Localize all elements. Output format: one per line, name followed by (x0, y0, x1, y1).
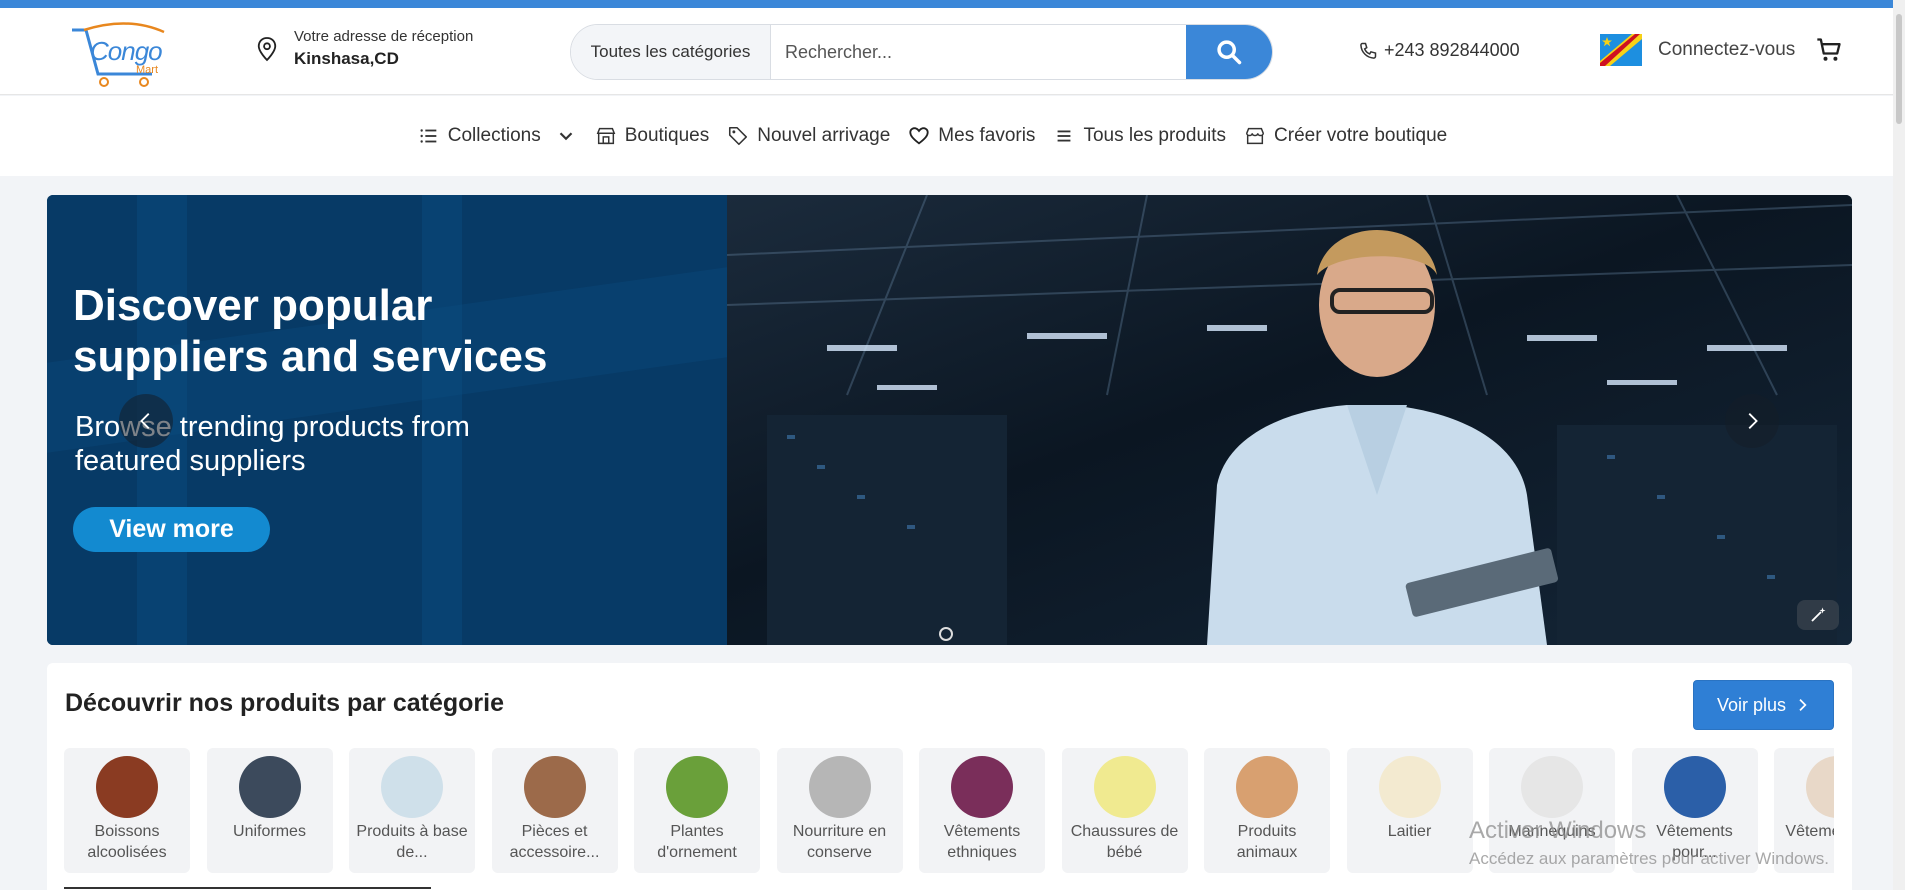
nav-creer-boutique-label: Créer votre boutique (1274, 125, 1448, 146)
voir-plus-label: Voir plus (1716, 694, 1787, 715)
category-tile[interactable]: Plantes d'ornement (634, 748, 760, 873)
delivery-address[interactable]: Votre adresse de réception Kinshasa,CD (256, 28, 473, 69)
nav-collections-label: Collections (447, 125, 541, 146)
shop-icon (1246, 127, 1264, 145)
page-scrollbar[interactable] (1893, 0, 1905, 890)
category-tile[interactable]: Nourriture en conserve (776, 748, 903, 873)
address-value: Kinshasa,CD (294, 49, 399, 68)
nav-boutiques[interactable]: Boutiques (595, 125, 710, 147)
tag-icon (729, 126, 748, 146)
category-image (1663, 756, 1726, 818)
login-area: Connectez-vous (1600, 34, 1843, 66)
category-label: Chaussures de bébé (1070, 823, 1179, 861)
list-icon (420, 129, 437, 143)
nav-tous-les-produits-label: Tous les produits (1083, 125, 1227, 146)
category-label: Pièces et accessoire... (509, 823, 600, 861)
hero-carousel: Discover popular suppliers and services … (47, 195, 1852, 645)
category-tile[interactable]: Chaussures de bébé (1061, 748, 1188, 873)
carousel-prev-button[interactable] (119, 394, 173, 448)
hero-title: Discover popular suppliers and services (73, 281, 548, 381)
nav-nouvel-arrivage-label: Nouvel arrivage (757, 125, 891, 146)
category-image (381, 756, 443, 818)
category-label: Boissons alcoolisées (87, 823, 167, 861)
chevron-right-icon (1748, 413, 1758, 429)
category-tile[interactable]: Boissons alcoolisées (64, 748, 190, 873)
view-more-button[interactable]: View more (73, 507, 270, 552)
congo-mart-logo[interactable]: Congo Mart (68, 22, 178, 88)
category-image (523, 756, 586, 818)
logo-text: Congo (90, 36, 163, 66)
category-image (951, 756, 1013, 818)
magic-wand-icon (1811, 607, 1826, 622)
carousel-next-button[interactable] (1725, 394, 1779, 448)
address-label: Votre adresse de réception (294, 28, 474, 45)
voir-plus-button[interactable]: Voir plus (1693, 680, 1834, 730)
nav-tous-les-produits[interactable]: Tous les produits (1053, 125, 1226, 147)
category-label: Vêtements ethniques (943, 823, 1021, 861)
location-pin-icon (257, 36, 277, 61)
top-accent-strip (0, 0, 1905, 8)
category-image (1378, 756, 1441, 818)
store-icon (596, 127, 616, 145)
search-icon (1217, 40, 1242, 65)
category-tile[interactable]: Produits animaux (1204, 748, 1330, 873)
carousel-indicator-dot[interactable] (939, 627, 953, 641)
category-label: Produits à base de... (356, 823, 468, 861)
scrollbar-thumb[interactable] (1896, 14, 1902, 124)
category-image (1236, 756, 1298, 818)
image-enhance-button[interactable] (1797, 600, 1839, 630)
site-header: Congo Mart Votre adresse de réception Ki… (0, 8, 1905, 95)
category-tile[interactable]: Pièces et accessoire... (491, 748, 618, 873)
hero-image (727, 195, 1852, 645)
category-image (1521, 756, 1583, 818)
windows-activation-watermark: Activer Windows Accédez aux paramètres p… (1469, 817, 1829, 869)
chevron-left-icon (140, 413, 150, 429)
category-tile[interactable]: Vêtements ethniques (919, 748, 1045, 873)
phone-contact[interactable]: +243 892844000 (1358, 40, 1520, 61)
heart-icon (909, 127, 929, 145)
logo-subtext: Mart (136, 64, 158, 76)
chevron-down-icon (559, 132, 572, 141)
category-image (1806, 756, 1834, 818)
category-image (238, 756, 301, 818)
nav-creer-boutique[interactable]: Créer votre boutique (1244, 125, 1447, 147)
category-label: Uniformes (233, 823, 306, 840)
watermark-title: Activer Windows (1469, 817, 1647, 844)
category-tile[interactable]: Uniformes (206, 748, 333, 873)
category-image (1093, 756, 1156, 818)
nav-mes-favoris[interactable]: Mes favoris (908, 125, 1035, 147)
category-tile[interactable]: Produits à base de... (349, 748, 475, 873)
category-label: Produits animaux (1236, 823, 1298, 861)
search-category-select[interactable]: Toutes les catégories (571, 25, 771, 79)
phone-number: +243 892844000 (1384, 40, 1520, 60)
search-input[interactable] (771, 25, 1186, 79)
drc-flag-icon[interactable] (1600, 34, 1642, 66)
search-button[interactable] (1186, 25, 1272, 79)
category-image (96, 756, 158, 818)
nav-nouvel-arrivage[interactable]: Nouvel arrivage (727, 125, 890, 147)
shopping-cart-icon[interactable] (1815, 36, 1843, 64)
nav-boutiques-label: Boutiques (624, 125, 710, 146)
main-navigation: Collections Boutiques Nouvel arrivage Me… (0, 96, 1905, 176)
category-label: Nourriture en conserve (792, 823, 887, 861)
category-image (808, 756, 871, 818)
category-tile[interactable]: Laitier (1346, 748, 1473, 873)
nav-mes-favoris-label: Mes favoris (938, 125, 1036, 146)
chevron-right-icon (1799, 699, 1807, 711)
search-bar: Toutes les catégories (570, 24, 1273, 80)
login-link[interactable]: Connectez-vous (1658, 39, 1795, 61)
phone-icon (1360, 42, 1377, 59)
watermark-subtitle: Accédez aux paramètres pour activer Wind… (1469, 849, 1829, 868)
menu-icon (1058, 130, 1071, 142)
category-label: Plantes d'ornement (657, 823, 737, 861)
category-label: Laitier (1387, 823, 1432, 840)
nav-collections[interactable]: Collections (418, 125, 577, 147)
category-heading: Découvrir nos produits par catégorie (65, 689, 504, 717)
section-underline (64, 887, 431, 889)
category-image (666, 756, 728, 818)
